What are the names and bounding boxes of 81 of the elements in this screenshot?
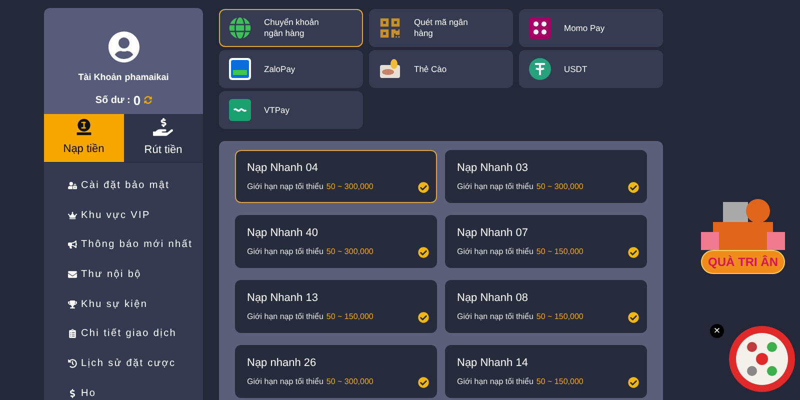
menu-link[interactable]: Khu sự kiện [81,296,148,312]
channel-name: Nạp nhanh 26 [247,356,316,372]
payment-method-card[interactable]: ZaloPay [219,50,363,88]
limit-range: 50 ~ 150,000 [326,310,374,323]
payment-method-card[interactable]: Momo Pay [519,9,663,47]
check-icon [418,182,429,193]
limit-label: Giới hạn nạp tối thiểu [457,310,534,323]
channel-name: Nạp Nhanh 03 [457,161,528,176]
menu-link[interactable]: Khu vực VIP [81,208,150,223]
limit-range: 50 ~ 300,000 [536,180,584,193]
channel-card[interactable]: Nạp nhanh 26 Giới hạn nạp tối thiểu 50 ~ 300,000 [235,345,437,398]
limit-range: 50 ~ 150,000 [536,246,584,258]
limit-range: 50 ~ 300,000 [326,376,374,388]
menu-link[interactable]: Thông báo mới nhất [81,237,193,252]
user-lock-icon [68,180,77,190]
check-icon [628,377,639,388]
check-icon [418,247,429,258]
balance-label: Số dư : [95,94,130,108]
check-icon [418,312,429,323]
tab[interactable]: Rút tiền [124,114,203,162]
qr-code-icon [379,17,401,39]
tether-logo-icon [529,58,551,80]
channel-name: Nạp Nhanh 08 [457,291,528,306]
limit-label: Giới hạn nạp tối thiểu [457,376,534,388]
channel-name: Nạp Nhanh 14 [457,356,528,372]
close-button[interactable]: × [710,324,724,338]
payment-method-card[interactable]: Quét mã ngân hàng [369,9,513,47]
username: phamaikai [124,71,169,84]
account-label: Tài Khoản [78,71,122,84]
menu-link[interactable]: Ho [81,386,96,400]
channel-card[interactable]: Nạp Nhanh 08 Giới hạn nạp tối thiểu 50 ~ 150,000 [445,280,647,333]
limit-label: Giới hạn nạp tối thiểu [457,180,534,193]
channel-card[interactable]: Nạp Nhanh 03 Giới hạn nạp tối thiểu 50 ~ 300,000 [445,150,647,203]
channel-name: Nạp Nhanh 07 [457,226,528,242]
channel-name: Nạp Nhanh 40 [247,226,318,242]
channel-card[interactable]: Nạp Nhanh 40 Giới hạn nạp tối thiểu 50 ~ 300,000 [235,215,437,268]
check-icon [628,182,639,193]
limit-label: Giới hạn nạp tối thiểu [457,246,534,258]
prize-wheel-drawing[interactable] [728,325,796,393]
refresh-icon[interactable] [144,96,152,104]
menu-link[interactable]: Cài đặt bảo mật [81,178,170,193]
limit-range: 50 ~ 150,000 [536,376,584,388]
limit-range: 50 ~ 300,000 [326,246,374,258]
menu-link[interactable]: Thư nội bộ [81,266,142,282]
megaphone-icon [68,240,77,250]
history-icon [68,358,77,368]
check-icon [628,247,639,258]
channel-card[interactable]: Nạp Nhanh 13 Giới hạn nạp tối thiểu 50 ~ 150,000 [235,280,437,333]
check-icon [628,312,639,323]
menu-link[interactable]: Chi tiết giao dịch [81,326,177,342]
payment-method-card[interactable]: VTPay [219,91,363,129]
limit-range: 50 ~ 300,000 [326,180,374,193]
channel-card[interactable]: Nạp Nhanh 04 Giới hạn nạp tối thiểu 50 ~ 300,000 [235,150,437,203]
channel-name: Nạp Nhanh 13 [247,291,318,306]
payment-method-card[interactable]: Thẻ Cào [369,50,513,88]
zalopay-logo-icon [229,58,251,80]
scratch-card-icon [379,58,401,80]
crown-icon [68,210,77,220]
mail-icon [68,270,77,279]
channel-name: Nạp Nhanh 04 [247,161,318,176]
payment-method-card[interactable]: Chuyển khoản ngân hàng [219,9,363,47]
check-icon [418,377,429,388]
menu-link[interactable]: Lịch sử đặt cược [81,356,176,371]
momo-logo-icon [529,17,551,39]
limit-label: Giới hạn nạp tối thiểu [247,310,324,323]
globe-icon [229,17,251,39]
payment-method-card[interactable]: USDT [519,50,663,88]
vtpay-logo-icon [229,99,251,121]
clipboard-icon [68,329,77,338]
limit-label: Giới hạn nạp tối thiểu [247,246,324,258]
dollar-icon [68,388,77,398]
tab[interactable]: Nạp tiền [44,114,124,162]
limit-label: Giới hạn nạp tối thiểu [247,180,324,193]
limit-range: 50 ~ 150,000 [536,310,584,323]
channel-card[interactable]: Nạp Nhanh 07 Giới hạn nạp tối thiểu 50 ~ 150,000 [445,215,647,268]
limit-label: Giới hạn nạp tối thiểu [247,376,324,388]
channel-card[interactable]: Nạp Nhanh 14 Giới hạn nạp tối thiểu 50 ~ 150,000 [445,345,647,398]
avatar-icon [108,31,140,63]
balance-value: 0 [133,92,141,110]
trophy-icon [68,300,77,309]
hand-money-icon [153,116,174,137]
